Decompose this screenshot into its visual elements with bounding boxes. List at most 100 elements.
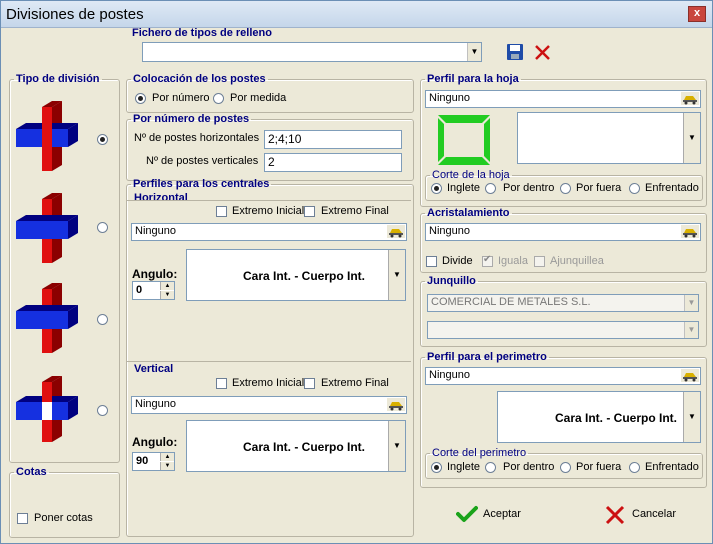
dialog-window: Divisiones de postes x Fichero de tipos … bbox=[0, 0, 713, 544]
vertical-extremo-final-label: Extremo Final bbox=[321, 377, 389, 389]
fichero-combo[interactable]: ▼ bbox=[142, 42, 482, 62]
perfil-hoja-input[interactable]: Ninguno bbox=[425, 90, 701, 108]
vertical-cara-panel[interactable]: Cara Int. - Cuerpo Int. ▼ bbox=[186, 420, 406, 472]
perfil-perimetro-input[interactable]: Ninguno bbox=[425, 367, 701, 385]
verticales-input[interactable]: 2 bbox=[264, 153, 402, 172]
divide-label: Divide bbox=[442, 255, 473, 267]
acristalamiento-value: Ninguno bbox=[429, 225, 470, 237]
corte-hoja-por-fuera-radio[interactable] bbox=[560, 183, 571, 194]
vertical-perfil-input[interactable]: Ninguno bbox=[131, 396, 407, 414]
car-picker-icon[interactable] bbox=[387, 225, 405, 238]
horizontales-input[interactable]: 2;4;10 bbox=[264, 130, 402, 149]
por-medida-radio[interactable] bbox=[213, 93, 224, 104]
vertical-cara-text: Cara Int. - Cuerpo Int. bbox=[243, 440, 366, 454]
corte-hoja-por-dentro-label: Por dentro bbox=[503, 182, 555, 194]
corte-hoja-enfrentado-radio[interactable] bbox=[629, 183, 640, 194]
perfil-perimetro-value: Ninguno bbox=[429, 369, 470, 381]
corte-perimetro-enfrentado-label: Enfrentado bbox=[645, 461, 699, 473]
close-button[interactable]: x bbox=[688, 6, 706, 22]
perfil-hoja-panel[interactable]: ▼ bbox=[517, 112, 701, 164]
corte-perimetro-por-fuera-radio[interactable] bbox=[560, 462, 571, 473]
close-icon bbox=[605, 505, 625, 525]
perfil-hoja-value: Ninguno bbox=[429, 92, 470, 104]
horizontal-extremo-inicial-checkbox[interactable] bbox=[216, 206, 227, 217]
corte-hoja-inglete-radio[interactable] bbox=[431, 183, 442, 194]
cotas-group: Cotas bbox=[9, 466, 120, 538]
junquillo-legend: Junquillo bbox=[427, 275, 476, 287]
vertical-extremo-final-checkbox[interactable] bbox=[304, 378, 315, 389]
junquillo-value-1: COMERCIAL DE METALES S.L. bbox=[431, 296, 591, 308]
chevron-down-icon[interactable]: ▼ bbox=[683, 392, 700, 442]
horizontal-angulo-spin[interactable]: 0 ▲ ▼ bbox=[132, 281, 175, 300]
poner-cotas-checkbox[interactable] bbox=[17, 513, 28, 524]
spin-down-icon[interactable]: ▼ bbox=[160, 462, 174, 470]
divide-checkbox[interactable] bbox=[426, 256, 437, 267]
corte-perimetro-enfrentado-radio[interactable] bbox=[629, 462, 640, 473]
chevron-down-icon[interactable]: ▼ bbox=[388, 421, 405, 471]
corte-hoja-inglete-label: Inglete bbox=[447, 182, 481, 194]
perfil-perimetro-panel[interactable]: Cara Int. - Cuerpo Int. ▼ bbox=[497, 391, 701, 443]
fichero-legend: Fichero de tipos de relleno bbox=[132, 27, 272, 39]
title-bar: Divisiones de postes x bbox=[1, 1, 712, 28]
division-type-2-icon[interactable] bbox=[16, 191, 80, 267]
corte-perimetro-por-dentro-label: Por dentro bbox=[503, 461, 555, 473]
corte-hoja-por-fuera-label: Por fuera bbox=[576, 182, 622, 194]
perfil-perimetro-legend: Perfil para el perimetro bbox=[427, 351, 547, 363]
colocacion-legend: Colocación de los postes bbox=[133, 73, 266, 85]
division-type-3-icon[interactable] bbox=[16, 281, 80, 357]
division-type-3-radio[interactable] bbox=[97, 314, 108, 325]
spin-up-icon[interactable]: ▲ bbox=[160, 453, 174, 461]
horizontal-extremo-final-checkbox[interactable] bbox=[304, 206, 315, 217]
vertical-angulo-value: 90 bbox=[136, 455, 149, 467]
car-picker-icon[interactable] bbox=[681, 369, 699, 382]
corte-hoja-legend: Corte de la hoja bbox=[432, 169, 510, 181]
spin-down-icon[interactable]: ▼ bbox=[160, 291, 174, 299]
aceptar-button[interactable]: Aceptar bbox=[456, 501, 536, 527]
horizontal-perfil-input[interactable]: Ninguno bbox=[131, 223, 407, 241]
vertical-extremo-inicial-checkbox[interactable] bbox=[216, 378, 227, 389]
corte-perimetro-legend: Corte del perimetro bbox=[432, 447, 527, 459]
vertical-perfil-value: Ninguno bbox=[135, 398, 176, 410]
chevron-down-icon[interactable]: ▼ bbox=[684, 322, 698, 338]
chevron-down-icon[interactable]: ▼ bbox=[388, 250, 405, 300]
chevron-down-icon[interactable]: ▼ bbox=[467, 43, 481, 61]
vertical-angulo-spin[interactable]: 90 ▲ ▼ bbox=[132, 452, 175, 471]
division-type-1-icon[interactable] bbox=[16, 99, 80, 175]
horizontal-cara-panel[interactable]: Cara Int. - Cuerpo Int. ▼ bbox=[186, 249, 406, 301]
horizontal-cara-text: Cara Int. - Cuerpo Int. bbox=[243, 269, 366, 283]
window-title: Divisiones de postes bbox=[6, 6, 144, 23]
spin-up-icon[interactable]: ▲ bbox=[160, 282, 174, 290]
ajunquillea-checkbox[interactable] bbox=[534, 256, 545, 267]
aceptar-label: Aceptar bbox=[483, 508, 521, 520]
horizontal-perfil-value: Ninguno bbox=[135, 225, 176, 237]
save-icon[interactable] bbox=[506, 43, 524, 61]
horizontales-label: Nº de postes horizontales bbox=[134, 132, 260, 144]
chevron-down-icon[interactable]: ▼ bbox=[683, 113, 700, 163]
por-numero-radio[interactable] bbox=[135, 93, 146, 104]
corte-perimetro-inglete-radio[interactable] bbox=[431, 462, 442, 473]
chevron-down-icon[interactable]: ▼ bbox=[684, 295, 698, 311]
car-picker-icon[interactable] bbox=[681, 92, 699, 105]
junquillo-combo-1[interactable]: COMERCIAL DE METALES S.L. ▼ bbox=[427, 294, 699, 312]
division-type-4-radio[interactable] bbox=[97, 405, 108, 416]
acristalamiento-input[interactable]: Ninguno bbox=[425, 223, 701, 241]
division-type-2-radio[interactable] bbox=[97, 222, 108, 233]
iguala-checkbox[interactable] bbox=[482, 254, 493, 267]
check-icon bbox=[456, 506, 478, 522]
iguala-label: Iguala bbox=[498, 255, 528, 267]
perfil-perimetro-cara-text: Cara Int. - Cuerpo Int. bbox=[555, 411, 678, 425]
corte-hoja-por-dentro-radio[interactable] bbox=[485, 183, 496, 194]
car-picker-icon[interactable] bbox=[387, 398, 405, 411]
division-type-1-radio[interactable] bbox=[97, 134, 108, 145]
perfil-hoja-legend: Perfil para la hoja bbox=[427, 73, 519, 85]
cancelar-button[interactable]: Cancelar bbox=[604, 501, 684, 527]
horizontal-angulo-value: 0 bbox=[136, 284, 143, 296]
vertical-extremo-inicial-label: Extremo Inicial bbox=[232, 377, 305, 389]
car-picker-icon[interactable] bbox=[681, 225, 699, 238]
division-type-4-icon[interactable] bbox=[16, 376, 80, 444]
junquillo-combo-2[interactable]: ▼ bbox=[427, 321, 699, 339]
delete-icon[interactable] bbox=[534, 44, 551, 61]
vertical-angulo-label: Angulo: bbox=[132, 435, 178, 449]
frame-preview-icon bbox=[438, 115, 490, 165]
corte-perimetro-por-dentro-radio[interactable] bbox=[485, 462, 496, 473]
